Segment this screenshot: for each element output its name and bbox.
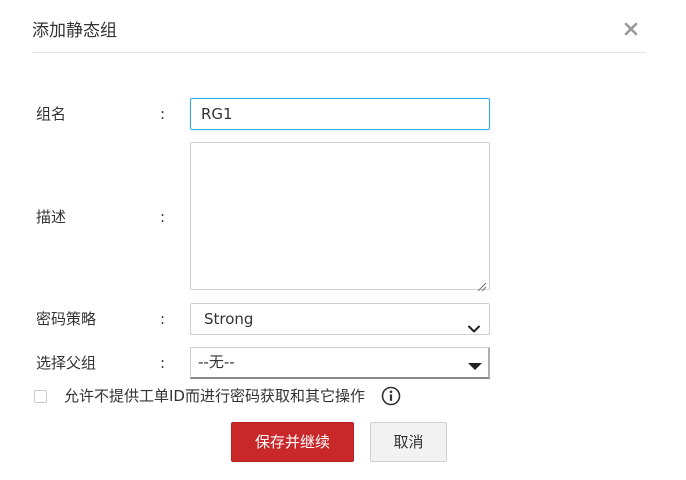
allow-without-ticket-label: 允许不提供工单ID而进行密码获取和其它操作: [64, 387, 365, 405]
caret-down-icon: [468, 363, 482, 370]
allow-without-ticket-checkbox[interactable]: [34, 390, 47, 403]
group-name-label: 组名: [36, 105, 67, 123]
cancel-button[interactable]: 取消: [370, 422, 447, 462]
parent-group-value: --无--: [198, 353, 235, 371]
password-policy-label: 密码策略: [36, 310, 97, 328]
group-name-colon: :: [160, 105, 166, 123]
dialog-title: 添加静态组: [32, 21, 117, 41]
info-icon[interactable]: [381, 386, 401, 406]
parent-group-colon: :: [160, 354, 166, 372]
parent-group-label: 选择父组: [36, 354, 97, 372]
password-policy-value: Strong: [204, 310, 254, 328]
group-name-input[interactable]: RG1: [190, 98, 490, 130]
password-policy-colon: :: [160, 310, 166, 328]
description-textarea[interactable]: [190, 142, 490, 292]
description-label: 描述: [36, 208, 67, 226]
description-colon: :: [160, 208, 166, 226]
close-icon[interactable]: [624, 22, 638, 36]
group-name-value: RG1: [201, 105, 233, 123]
add-static-group-dialog: 添加静态组 组名 : RG1 描述 : 密码策略 : Strong 选择父组:…: [0, 0, 686, 480]
save-continue-button[interactable]: 保存并继续: [231, 422, 354, 462]
chevron-down-icon: [467, 314, 481, 333]
dialog-header: 添加静态组: [32, 0, 646, 53]
password-policy-select[interactable]: Strong: [190, 303, 490, 335]
parent-group-select[interactable]: --无--: [190, 347, 490, 379]
resize-grip-icon[interactable]: [477, 277, 487, 292]
